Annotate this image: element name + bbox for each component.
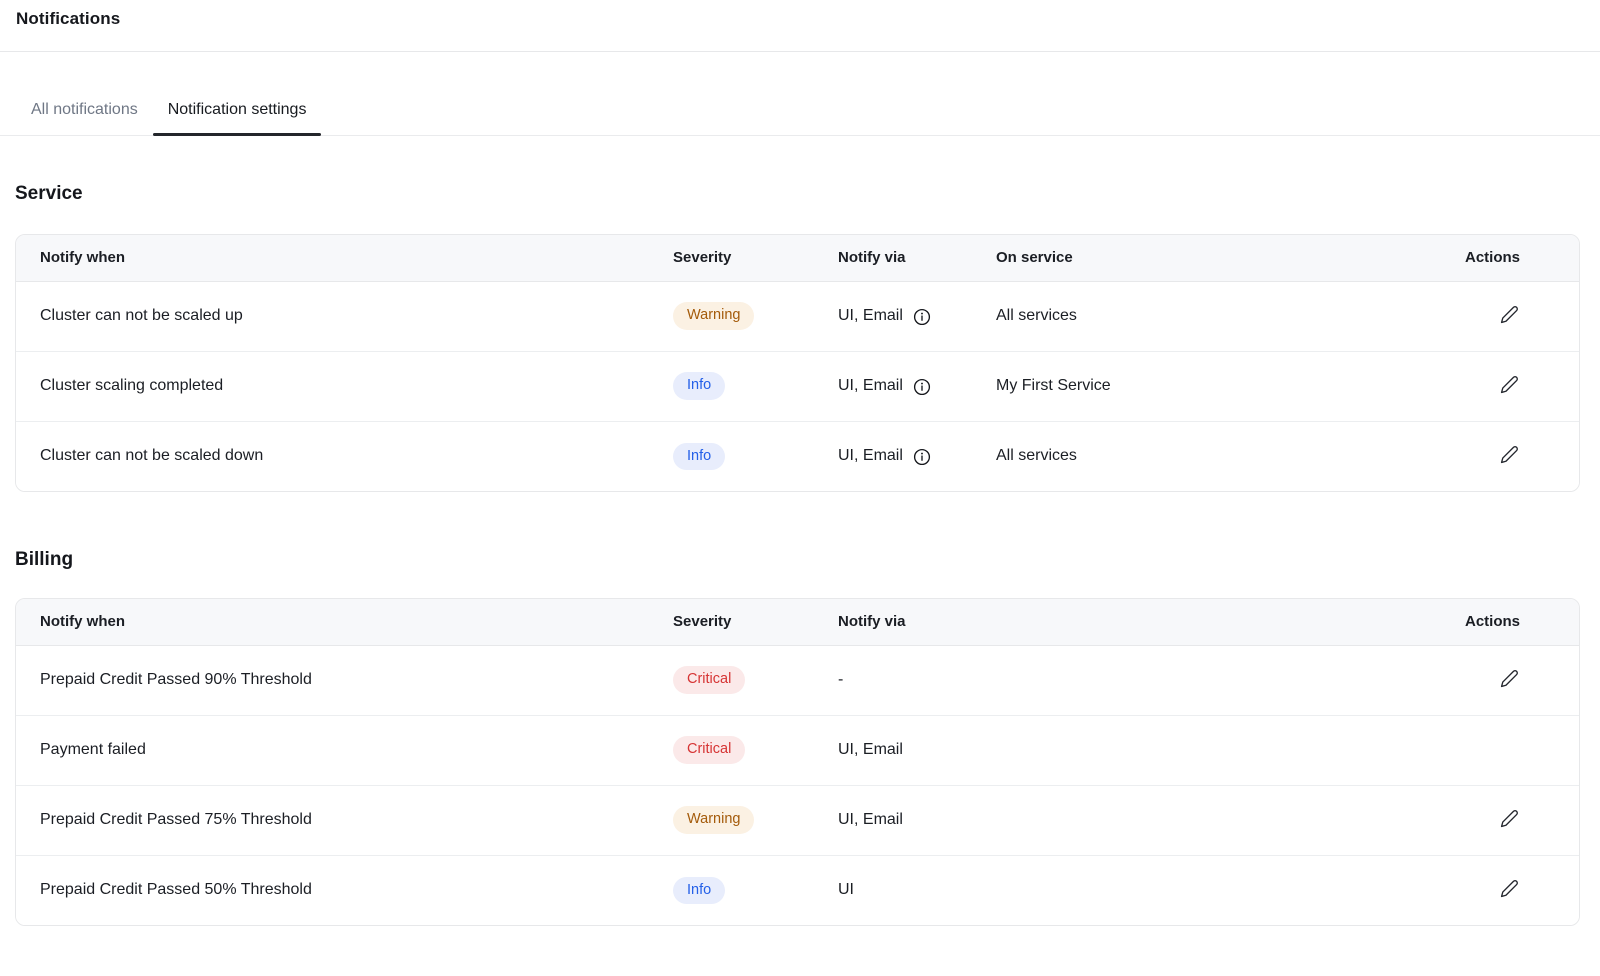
notify-via-cell: UI, Email <box>814 785 1441 855</box>
notify-via-text: UI, Email <box>838 741 903 759</box>
actions-cell <box>1441 785 1580 855</box>
notify-when-cell: Payment failed <box>16 715 649 785</box>
notify-when-cell: Cluster scaling completed <box>16 351 649 421</box>
table-row: Cluster scaling completed Info UI, Email My… <box>16 351 1580 421</box>
notify-via-text: - <box>838 671 843 689</box>
column-header-notify-when: Notify when <box>16 235 649 281</box>
severity-badge: Info <box>673 372 725 400</box>
pencil-icon <box>1500 669 1519 691</box>
notify-via-value: UI, Email <box>838 446 931 466</box>
severity-badge: Warning <box>673 806 754 834</box>
column-header-severity: Severity <box>649 599 814 645</box>
table-row: Prepaid Credit Passed 75% Threshold Warni… <box>16 785 1580 855</box>
notify-via-cell: UI, Email <box>814 421 972 491</box>
service-table-card: Notify whenSeverityNotify viaOn serviceA… <box>15 234 1580 492</box>
edit-button[interactable] <box>1498 877 1521 903</box>
notify-when-cell: Prepaid Credit Passed 90% Threshold <box>16 645 649 715</box>
edit-button[interactable] <box>1498 667 1521 693</box>
notify-when-cell: Prepaid Credit Passed 50% Threshold <box>16 855 649 925</box>
billing-table: Notify whenSeverityNotify viaActionsPrep… <box>16 599 1580 925</box>
notify-via-text: UI, Email <box>838 307 903 325</box>
on-service-cell: My First Service <box>972 351 1441 421</box>
severity-cell: Warning <box>649 281 814 351</box>
severity-cell: Warning <box>649 785 814 855</box>
notify-via-value: UI, Email <box>838 306 931 326</box>
table-row: Cluster can not be scaled down Info UI, Em… <box>16 421 1580 491</box>
notify-via-cell: UI, Email <box>814 281 972 351</box>
pencil-icon <box>1500 809 1519 831</box>
severity-badge: Critical <box>673 736 745 764</box>
page-header: Notifications <box>0 0 1600 52</box>
pencil-icon <box>1500 375 1519 397</box>
actions-cell <box>1441 715 1580 785</box>
notify-via-value: UI <box>838 881 854 899</box>
severity-cell: Info <box>649 855 814 925</box>
edit-button[interactable] <box>1498 443 1521 469</box>
tab-all-notifications[interactable]: All notifications <box>16 95 153 135</box>
actions-cell <box>1441 281 1580 351</box>
tab-notification-settings[interactable]: Notification settings <box>153 95 322 135</box>
notify-via-text: UI, Email <box>838 447 903 465</box>
notify-via-value: - <box>838 671 843 689</box>
notify-via-text: UI <box>838 881 854 899</box>
info-circle-icon[interactable] <box>913 308 931 326</box>
section-heading-billing: Billing <box>15 549 1580 571</box>
table-header-row: Notify whenSeverityNotify viaOn serviceA… <box>16 235 1580 281</box>
actions-cell <box>1441 855 1580 925</box>
tab-bar: All notifications Notification settings <box>0 95 1600 136</box>
column-header-notify-via: Notify via <box>814 599 1441 645</box>
page-title: Notifications <box>16 9 1584 29</box>
notify-via-value: UI, Email <box>838 811 903 829</box>
column-header-on-service: On service <box>972 235 1441 281</box>
service-table: Notify whenSeverityNotify viaOn serviceA… <box>16 235 1580 491</box>
table-row: Payment failed Critical UI, Email <box>16 715 1580 785</box>
actions-cell <box>1441 351 1580 421</box>
on-service-cell: All services <box>972 281 1441 351</box>
edit-button[interactable] <box>1498 373 1521 399</box>
notify-via-text: UI, Email <box>838 377 903 395</box>
severity-badge: Info <box>673 877 725 905</box>
info-circle-icon[interactable] <box>913 448 931 466</box>
column-header-actions: Actions <box>1441 235 1580 281</box>
info-circle-icon[interactable] <box>913 378 931 396</box>
pencil-icon <box>1500 879 1519 901</box>
edit-button[interactable] <box>1498 807 1521 833</box>
notify-via-cell: - <box>814 645 1441 715</box>
notify-via-cell: UI <box>814 855 1441 925</box>
table-row: Prepaid Credit Passed 90% Threshold Criti… <box>16 645 1580 715</box>
notify-when-cell: Cluster can not be scaled down <box>16 421 649 491</box>
table-row: Cluster can not be scaled up Warning UI, E… <box>16 281 1580 351</box>
severity-cell: Info <box>649 351 814 421</box>
table-row: Prepaid Credit Passed 50% Threshold Info U… <box>16 855 1580 925</box>
notify-when-cell: Cluster can not be scaled up <box>16 281 649 351</box>
severity-badge: Info <box>673 443 725 471</box>
severity-badge: Critical <box>673 666 745 694</box>
severity-badge: Warning <box>673 302 754 330</box>
severity-cell: Critical <box>649 645 814 715</box>
section-heading-service: Service <box>15 183 1580 205</box>
severity-cell: Critical <box>649 715 814 785</box>
on-service-cell: All services <box>972 421 1441 491</box>
notify-via-value: UI, Email <box>838 376 931 396</box>
pencil-icon <box>1500 305 1519 327</box>
table-header-row: Notify whenSeverityNotify viaActions <box>16 599 1580 645</box>
column-header-notify-via: Notify via <box>814 235 972 281</box>
notify-via-value: UI, Email <box>838 741 903 759</box>
actions-cell <box>1441 421 1580 491</box>
notify-via-cell: UI, Email <box>814 715 1441 785</box>
notify-when-cell: Prepaid Credit Passed 75% Threshold <box>16 785 649 855</box>
edit-button[interactable] <box>1498 303 1521 329</box>
pencil-icon <box>1500 445 1519 467</box>
severity-cell: Info <box>649 421 814 491</box>
column-header-actions: Actions <box>1441 599 1580 645</box>
notification-settings-content: ServiceNotify whenSeverityNotify viaOn s… <box>0 183 1600 926</box>
notify-via-cell: UI, Email <box>814 351 972 421</box>
billing-table-card: Notify whenSeverityNotify viaActionsPrep… <box>15 598 1580 926</box>
actions-cell <box>1441 645 1580 715</box>
notify-via-text: UI, Email <box>838 811 903 829</box>
column-header-severity: Severity <box>649 235 814 281</box>
column-header-notify-when: Notify when <box>16 599 649 645</box>
